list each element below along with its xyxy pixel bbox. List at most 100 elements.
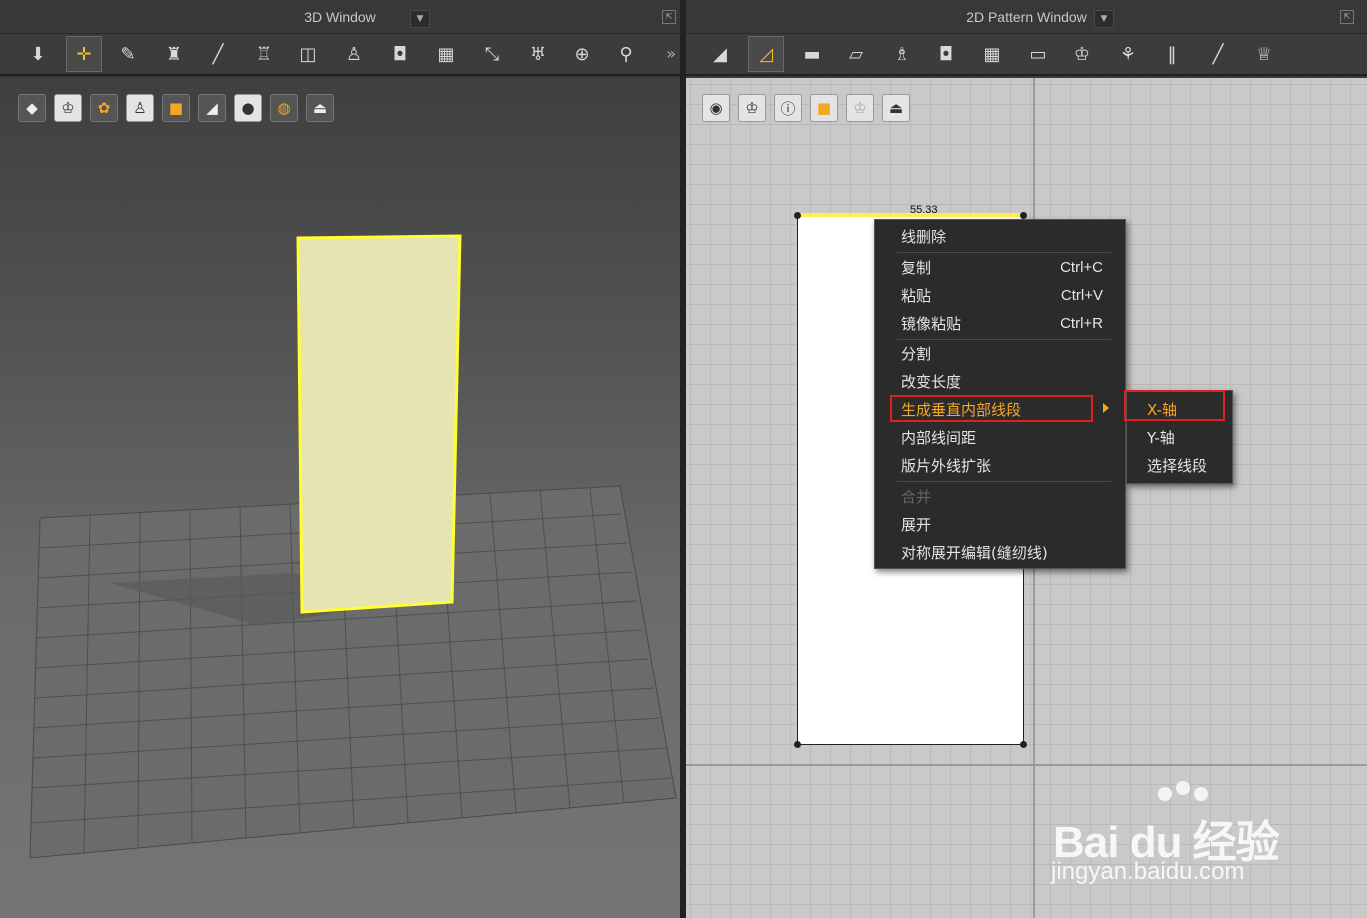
menu-separator bbox=[897, 252, 1111, 253]
avatar-icon[interactable]: ♙ bbox=[126, 94, 154, 122]
skirt-icon[interactable]: ♅ bbox=[520, 36, 556, 72]
3d-pattern-piece[interactable] bbox=[296, 234, 462, 614]
2d-toolbar: ◢ ◿ ▬ ▱ ♗ ◘ ▦ ▭ ♔ ⚘ ‖ ╱ ♕ bbox=[686, 34, 1367, 76]
2d-window-title: 2D Pattern Window bbox=[966, 9, 1087, 25]
info-icon[interactable]: ⓘ bbox=[774, 94, 802, 122]
flower-icon[interactable]: ✿ bbox=[90, 94, 118, 122]
line-icon[interactable]: ╱ bbox=[1200, 36, 1236, 72]
submenu-item-y-axis[interactable]: Y-轴 bbox=[1127, 425, 1234, 451]
menu-item-mirror-paste[interactable]: 镜像粘贴 Ctrl+R bbox=[875, 311, 1127, 337]
mesh-icon[interactable]: ⚘ bbox=[1110, 36, 1146, 72]
3d-scene bbox=[29, 234, 677, 859]
menu-item-paste[interactable]: 粘贴 Ctrl+V bbox=[875, 283, 1127, 309]
menu-item-label: 内部线间距 bbox=[901, 429, 977, 447]
menu-item-label: 合并 bbox=[901, 488, 932, 506]
pattern-point[interactable] bbox=[794, 212, 801, 219]
texture-icon[interactable]: ■ bbox=[810, 94, 838, 122]
grid-icon[interactable]: ▦ bbox=[428, 36, 464, 72]
fold-icon[interactable]: ◫ bbox=[290, 36, 326, 72]
baidu-watermark: Bai du 经验 jingyan.baidu.com bbox=[1045, 780, 1345, 890]
menu-item-delete-line[interactable]: 线删除 bbox=[875, 224, 1127, 250]
transform-pattern-icon[interactable]: ◢ bbox=[702, 36, 738, 72]
pattern-point[interactable] bbox=[1020, 212, 1027, 219]
menu-item-unfold[interactable]: 展开 bbox=[875, 512, 1127, 538]
menu-separator bbox=[897, 339, 1111, 340]
iron-icon[interactable]: ▭ bbox=[1020, 36, 1056, 72]
shade-icon[interactable]: ◢ bbox=[198, 94, 226, 122]
tray-icon[interactable]: ⏏ bbox=[306, 94, 334, 122]
menu-shortcut: Ctrl+C bbox=[1060, 259, 1103, 276]
menu-item-label: 分割 bbox=[901, 345, 932, 363]
3d-viewport[interactable]: ◆ ♔ ✿ ♙ ■ ◢ ● ◍ ⏏ bbox=[0, 78, 680, 918]
edit-pattern-icon[interactable]: ✎ bbox=[110, 36, 146, 72]
button-icon[interactable]: ⊕ bbox=[564, 36, 600, 72]
menu-item-offset-outline[interactable]: 版片外线扩张 bbox=[875, 453, 1127, 479]
tack-icon[interactable]: ◘ bbox=[382, 36, 418, 72]
eye-brush-icon[interactable]: ◉ bbox=[702, 94, 730, 122]
tshirt-icon[interactable]: ♕ bbox=[1246, 36, 1282, 72]
menu-separator bbox=[897, 481, 1111, 482]
3d-view-tools: ◆ ♔ ✿ ♙ ■ ◢ ● ◍ ⏏ bbox=[18, 94, 342, 122]
down-arrow-icon[interactable]: ⬇ bbox=[20, 36, 56, 72]
stripes-icon[interactable]: ‖ bbox=[1154, 36, 1190, 72]
shirt-sew-icon[interactable]: ♔ bbox=[1064, 36, 1100, 72]
menu-shortcut: Ctrl+R bbox=[1060, 315, 1103, 332]
fold-icon[interactable]: ◘ bbox=[928, 36, 964, 72]
menu-item-merge: 合并 bbox=[875, 484, 1127, 510]
rectangle-icon[interactable]: ▬ bbox=[794, 36, 830, 72]
pattern-point[interactable] bbox=[1020, 741, 1027, 748]
pin-icon[interactable]: ⤡ bbox=[474, 36, 510, 72]
menu-item-label: 版片外线扩张 bbox=[901, 457, 992, 475]
submenu-arrow-icon bbox=[1103, 403, 1109, 413]
eye-shirt-icon[interactable]: ♔ bbox=[738, 94, 766, 122]
menu-item-split[interactable]: 分割 bbox=[875, 341, 1127, 367]
edit-point-icon[interactable]: ◿ bbox=[748, 36, 784, 72]
menu-item-label: 改变长度 bbox=[901, 373, 962, 391]
cube-icon[interactable]: ◆ bbox=[18, 94, 46, 122]
menu-item-label: 展开 bbox=[901, 516, 932, 534]
pattern-point[interactable] bbox=[794, 741, 801, 748]
head-icon[interactable]: ● bbox=[234, 94, 262, 122]
2d-window-menu-dropdown[interactable]: ▼ bbox=[1094, 10, 1114, 28]
garment-icon[interactable]: ♜ bbox=[156, 36, 192, 72]
needle-icon[interactable]: ╱ bbox=[200, 36, 236, 72]
3d-window-menu-dropdown[interactable]: ▼ bbox=[410, 10, 430, 28]
highlight-box bbox=[1124, 390, 1225, 421]
menu-item-label: 复制 bbox=[901, 259, 932, 277]
sewing-icon[interactable]: ♗ bbox=[884, 36, 920, 72]
menu-item-symmetric-unfold-edit[interactable]: 对称展开编辑(缝纫线) bbox=[875, 540, 1127, 566]
shirt-icon[interactable]: ♖ bbox=[246, 36, 282, 72]
grid-icon[interactable]: ▦ bbox=[974, 36, 1010, 72]
texture-icon[interactable]: ■ bbox=[162, 94, 190, 122]
shirt-icon[interactable]: ♔ bbox=[54, 94, 82, 122]
menu-item-change-length[interactable]: 改变长度 bbox=[875, 369, 1127, 395]
menu-item-copy[interactable]: 复制 Ctrl+C bbox=[875, 255, 1127, 281]
menu-item-label: 对称展开编辑(缝纫线) bbox=[901, 544, 1048, 562]
context-menu: 线删除 复制 Ctrl+C 粘贴 Ctrl+V 镜像粘贴 Ctrl+R 分割 改变长度… bbox=[874, 219, 1126, 569]
3d-window-popout-icon[interactable]: ⇱ bbox=[662, 10, 676, 24]
3d-window: 3D Window ▼ ⇱ ⬇ ✛ ✎ ♜ ╱ ♖ ◫ ♙ ◘ ▦ ⤡ ♅ ⊕ … bbox=[0, 0, 680, 918]
menu-item-label: 镜像粘贴 bbox=[901, 315, 962, 333]
menu-item-internal-line-spacing[interactable]: 内部线间距 bbox=[875, 425, 1127, 451]
zipper-icon[interactable]: ⚲ bbox=[608, 36, 644, 72]
edge-length-label: 55.33 bbox=[910, 204, 938, 216]
3d-window-titlebar: 3D Window ▼ ⇱ bbox=[0, 0, 680, 34]
menu-shortcut: Ctrl+V bbox=[1060, 287, 1103, 304]
3d-toolbar: ⬇ ✛ ✎ ♜ ╱ ♖ ◫ ♙ ◘ ▦ ⤡ ♅ ⊕ ⚲ » bbox=[0, 34, 680, 76]
menu-item-label: 线删除 bbox=[901, 228, 947, 246]
toolbar-overflow-icon[interactable]: » bbox=[666, 44, 676, 63]
polygon-icon[interactable]: ▱ bbox=[838, 36, 874, 72]
x-axis-line bbox=[686, 764, 1367, 766]
tray-icon[interactable]: ⏏ bbox=[882, 94, 910, 122]
highlight-box bbox=[890, 395, 1093, 422]
submenu-item-select-line[interactable]: 选择线段 bbox=[1127, 453, 1234, 479]
select-move-icon[interactable]: ✛ bbox=[66, 36, 102, 72]
2d-window-titlebar: 2D Pattern Window ▼ ⇱ bbox=[686, 0, 1367, 34]
2d-view-tools: ◉ ♔ ⓘ ■ ♔ ⏏ bbox=[702, 94, 918, 122]
menu-item-label: 粘贴 bbox=[901, 287, 932, 305]
watermark-url: jingyan.baidu.com bbox=[1051, 858, 1245, 885]
shirt-faded-icon[interactable]: ♔ bbox=[846, 94, 874, 122]
2d-window-popout-icon[interactable]: ⇱ bbox=[1340, 10, 1354, 24]
globe-icon[interactable]: ◍ bbox=[270, 94, 298, 122]
avatar-icon[interactable]: ♙ bbox=[336, 36, 372, 72]
